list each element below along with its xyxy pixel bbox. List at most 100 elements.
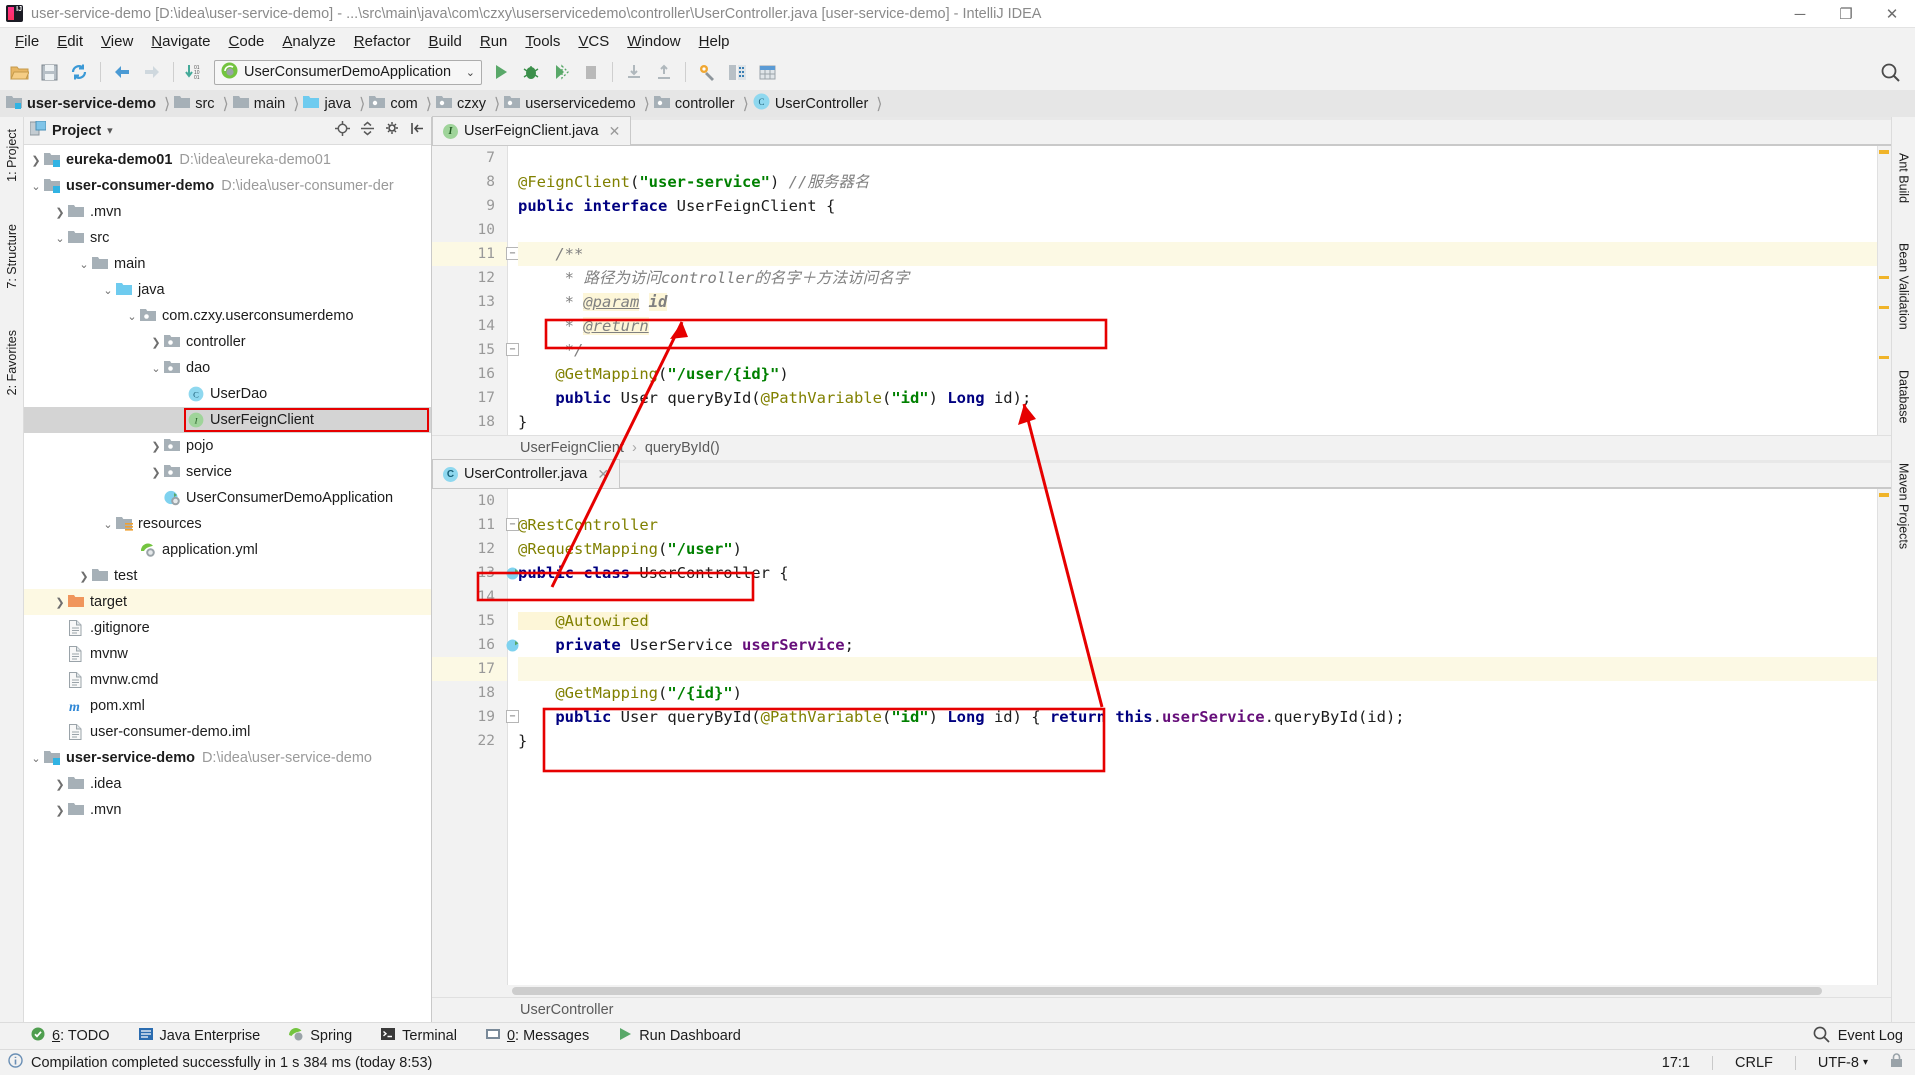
tree-node-java[interactable]: ⌄ java: [24, 277, 431, 303]
tree-node-userfeignclient[interactable]: I UserFeignClient: [24, 407, 431, 433]
tree-expander-icon[interactable]: ❯: [148, 440, 164, 453]
bottom-tab-run-dashboard[interactable]: Run Dashboard: [613, 1024, 745, 1048]
back-icon[interactable]: [107, 57, 137, 87]
code-line[interactable]: public User queryById(@PathVariable("id"…: [518, 705, 1877, 729]
close-icon[interactable]: ✕: [609, 123, 621, 140]
code-line[interactable]: [518, 489, 1877, 513]
tool-window-tab-7-structure[interactable]: 7: Structure: [2, 216, 22, 297]
menu-item-run[interactable]: Run: [471, 30, 517, 53]
file-encoding[interactable]: UTF-8: [1818, 1055, 1859, 1071]
error-stripe-top[interactable]: [1877, 146, 1891, 435]
tool-window-tab-bean-validation[interactable]: Bean Validation: [1894, 235, 1914, 338]
tree-expander-icon[interactable]: ⌄: [100, 518, 116, 531]
menu-item-build[interactable]: Build: [419, 30, 470, 53]
tree-expander-icon[interactable]: ❯: [52, 804, 68, 817]
editor-breadcrumb-item[interactable]: UserController: [520, 1002, 613, 1018]
tab-userfeignclient-java[interactable]: I UserFeignClient.java ✕: [432, 116, 632, 145]
menu-item-edit[interactable]: Edit: [48, 30, 92, 53]
bottom-tab-terminal[interactable]: Terminal: [376, 1024, 461, 1048]
tool-window-tab-2-favorites[interactable]: 2: Favorites: [2, 322, 22, 403]
tree-node-com-czxy-userconsumerdemo[interactable]: ⌄ com.czxy.userconsumerdemo: [24, 303, 431, 329]
database-icon[interactable]: [752, 57, 782, 87]
breadcrumb-item-userservicedemo[interactable]: userservicedemo ⟩: [504, 90, 654, 117]
breadcrumb-item-usercontroller[interactable]: C UserController ⟩: [753, 90, 887, 117]
save-all-icon[interactable]: [34, 57, 64, 87]
code-line[interactable]: /**: [518, 242, 1877, 266]
caret-position[interactable]: 17:1: [1662, 1055, 1690, 1071]
tree-expander-icon[interactable]: ⌄: [28, 752, 44, 765]
bottom-tab-java-enterprise[interactable]: Java Enterprise: [134, 1024, 265, 1048]
menu-item-help[interactable]: Help: [690, 30, 739, 53]
code-line[interactable]: @FeignClient("user-service") //服务器名: [518, 170, 1877, 194]
menu-item-view[interactable]: View: [92, 30, 142, 53]
tree-node-dao[interactable]: ⌄ dao: [24, 355, 431, 381]
close-icon-bottom[interactable]: ✕: [597, 466, 609, 483]
tree-expander-icon[interactable]: ❯: [148, 466, 164, 479]
breadcrumb-item-src[interactable]: src ⟩: [174, 90, 233, 117]
code-line[interactable]: [518, 146, 1877, 170]
bottom-tool-window-bar[interactable]: 6: TODO Java Enterprise Spring Terminal 0: M…: [0, 1022, 1915, 1049]
update-project-icon[interactable]: [619, 57, 649, 87]
tree-node-user-service-demo[interactable]: ⌄ user-service-demo D:\idea\user-service-d…: [24, 745, 431, 771]
menu-item-file[interactable]: File: [6, 30, 48, 53]
settings-icon[interactable]: [692, 57, 722, 87]
breadcrumb-item-java[interactable]: java ⟩: [303, 90, 369, 117]
tree-expander-icon[interactable]: ❯: [52, 778, 68, 791]
menu-item-refactor[interactable]: Refactor: [345, 30, 420, 53]
code-line[interactable]: * 路径为访问controller的名字＋方法访问名字: [518, 266, 1877, 290]
breadcrumb-item-com[interactable]: com ⟩: [369, 90, 436, 117]
tree-node-service[interactable]: ❯ service: [24, 459, 431, 485]
hide-panel-icon[interactable]: [410, 121, 425, 140]
code-line[interactable]: [518, 585, 1877, 609]
project-file-tree[interactable]: ❯ eureka-demo01 D:\idea\eureka-demo01 ⌄ user…: [24, 145, 431, 1022]
tree-expander-icon[interactable]: ⌄: [28, 180, 44, 193]
code-line[interactable]: private UserService userService;: [518, 633, 1877, 657]
bottom-tab-6-todo[interactable]: 6: TODO: [26, 1024, 114, 1048]
tree-node--mvn[interactable]: ❯ .mvn: [24, 199, 431, 225]
tree-expander-icon[interactable]: ⌄: [76, 258, 92, 271]
breadcrumb-item-czxy[interactable]: czxy ⟩: [436, 90, 504, 117]
run-with-coverage-icon[interactable]: [546, 57, 576, 87]
code-line[interactable]: @GetMapping("/{id}"): [518, 681, 1877, 705]
editor-breadcrumb-top[interactable]: UserFeignClient › queryById(): [432, 435, 1891, 460]
tree-node-userconsumerdemoapplication[interactable]: UserConsumerDemoApplication: [24, 485, 431, 511]
menu-item-navigate[interactable]: Navigate: [142, 30, 219, 53]
tree-expander-icon[interactable]: ⌄: [124, 310, 140, 323]
code-line[interactable]: * @param id: [518, 290, 1877, 314]
editor-tabs-top[interactable]: I UserFeignClient.java ✕: [432, 116, 1891, 146]
code-line[interactable]: @RequestMapping("/user"): [518, 537, 1877, 561]
breadcrumb-item-user-service-demo[interactable]: user-service-demo ⟩: [6, 90, 174, 117]
tree-node-user-consumer-demo[interactable]: ⌄ user-consumer-demo D:\idea\user-consumer…: [24, 173, 431, 199]
project-structure-icon[interactable]: [722, 57, 752, 87]
code-line[interactable]: [518, 657, 1877, 681]
tree-expander-icon[interactable]: ❯: [52, 206, 68, 219]
tree-node-mvnw[interactable]: mvnw: [24, 641, 431, 667]
editor-tabs-bottom[interactable]: C UserController.java ✕: [432, 459, 1891, 489]
open-project-icon[interactable]: [4, 57, 34, 87]
tree-node--idea[interactable]: ❯ .idea: [24, 771, 431, 797]
tree-node-resources[interactable]: ⌄ resources: [24, 511, 431, 537]
menu-item-window[interactable]: Window: [618, 30, 689, 53]
tree-node-mvnw-cmd[interactable]: mvnw.cmd: [24, 667, 431, 693]
menu-item-vcs[interactable]: VCS: [569, 30, 618, 53]
code-editor-top[interactable]: 7 8 9 10 11−12 13 14 15−16 17 18 @FeignClient("us…: [432, 146, 1891, 435]
tree-expander-icon[interactable]: ❯: [28, 154, 44, 167]
code-line[interactable]: public User queryById(@PathVariable("id"…: [518, 386, 1877, 410]
horizontal-scrollbar-bottom[interactable]: [432, 985, 1891, 997]
tree-expander-icon[interactable]: ⌄: [52, 232, 68, 245]
tree-expander-icon[interactable]: ❯: [148, 336, 164, 349]
code-line[interactable]: @GetMapping("/user/{id}"): [518, 362, 1877, 386]
breadcrumb-item-controller[interactable]: controller ⟩: [653, 90, 753, 117]
debug-icon[interactable]: [516, 57, 546, 87]
tree-expander-icon[interactable]: ❯: [52, 596, 68, 609]
menu-item-tools[interactable]: Tools: [516, 30, 569, 53]
collapse-all-icon[interactable]: [360, 121, 375, 140]
sync-icon[interactable]: [64, 57, 94, 87]
tree-node-test[interactable]: ❯ test: [24, 563, 431, 589]
tree-node-application-yml[interactable]: application.yml: [24, 537, 431, 563]
code-line[interactable]: public class UserController {: [518, 561, 1877, 585]
tree-node-userdao[interactable]: C UserDao: [24, 381, 431, 407]
window-controls[interactable]: ─ ❐ ✕: [1777, 0, 1915, 28]
bottom-tab-spring[interactable]: Spring: [284, 1024, 356, 1048]
code-line[interactable]: public interface UserFeignClient {: [518, 194, 1877, 218]
